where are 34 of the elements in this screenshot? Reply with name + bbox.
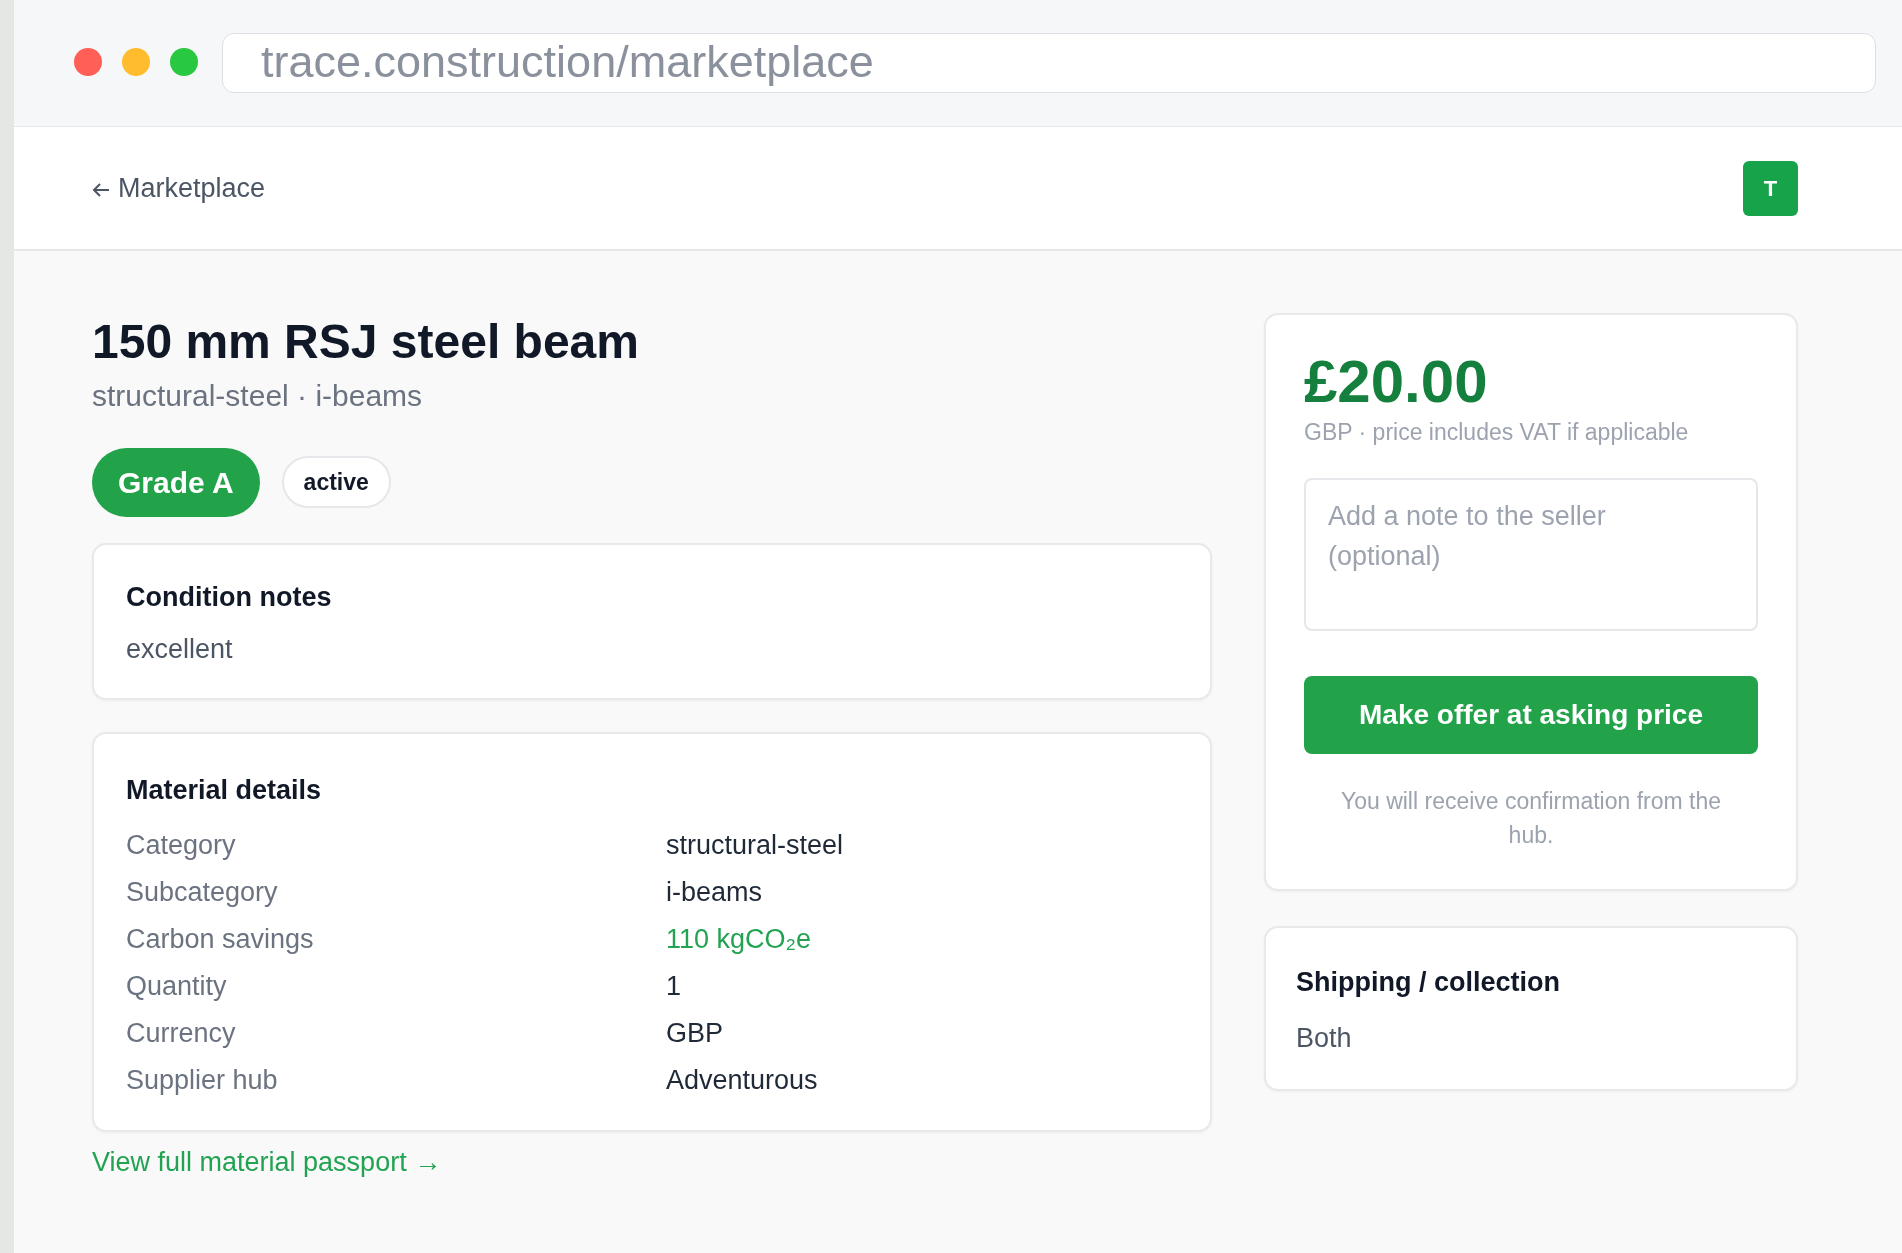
card-heading: Material details <box>126 773 323 807</box>
detail-label: Supplier hub <box>126 1064 279 1098</box>
back-link[interactable]: Marketplace <box>92 167 266 209</box>
detail-label: Category <box>126 829 237 863</box>
detail-value: Adventurous <box>666 1064 818 1098</box>
detail-value: 110 kgCO₂e <box>666 923 812 957</box>
note-field[interactable]: Add a note to the seller (optional) <box>1304 477 1758 631</box>
card-heading: Condition notes <box>126 580 333 614</box>
detail-label: Quantity <box>126 970 228 1004</box>
detail-value: i-beams <box>666 876 763 910</box>
back-arrow-icon <box>92 181 110 198</box>
price: £20.00 <box>1304 349 1489 415</box>
detail-label: Currency <box>126 1017 237 1051</box>
minimize-window-dot[interactable] <box>122 48 150 76</box>
listing-title: 150 mm RSJ steel beam <box>92 314 640 370</box>
detail-label: Subcategory <box>126 876 279 910</box>
detail-value: GBP <box>666 1017 724 1051</box>
user-avatar[interactable]: T <box>1743 160 1798 216</box>
address-bar[interactable]: trace.construction/marketplace <box>222 33 1876 93</box>
price-note: GBP · price includes VAT if applicable <box>1304 418 1690 447</box>
listing-subtitle: structural-steel · i-beams <box>92 377 424 414</box>
maximize-window-dot[interactable] <box>170 48 198 76</box>
offer-button[interactable]: Make offer at asking price <box>1304 675 1758 754</box>
card-heading: Shipping / collection <box>1296 965 1561 999</box>
confirmation-note: You will receive confirmation from the hub. <box>1339 786 1723 850</box>
detail-label: Carbon savings <box>126 923 315 957</box>
close-window-dot[interactable] <box>74 48 102 76</box>
status-pill: active <box>281 455 391 509</box>
condition-text: excellent <box>126 633 234 667</box>
grade-pill: Grade A <box>92 447 260 517</box>
detail-value: structural-steel <box>666 829 844 863</box>
passport-link[interactable]: View full material passport → <box>92 1142 442 1183</box>
detail-value: 1 <box>666 970 682 1004</box>
shipping-text: Both <box>1296 1022 1353 1055</box>
